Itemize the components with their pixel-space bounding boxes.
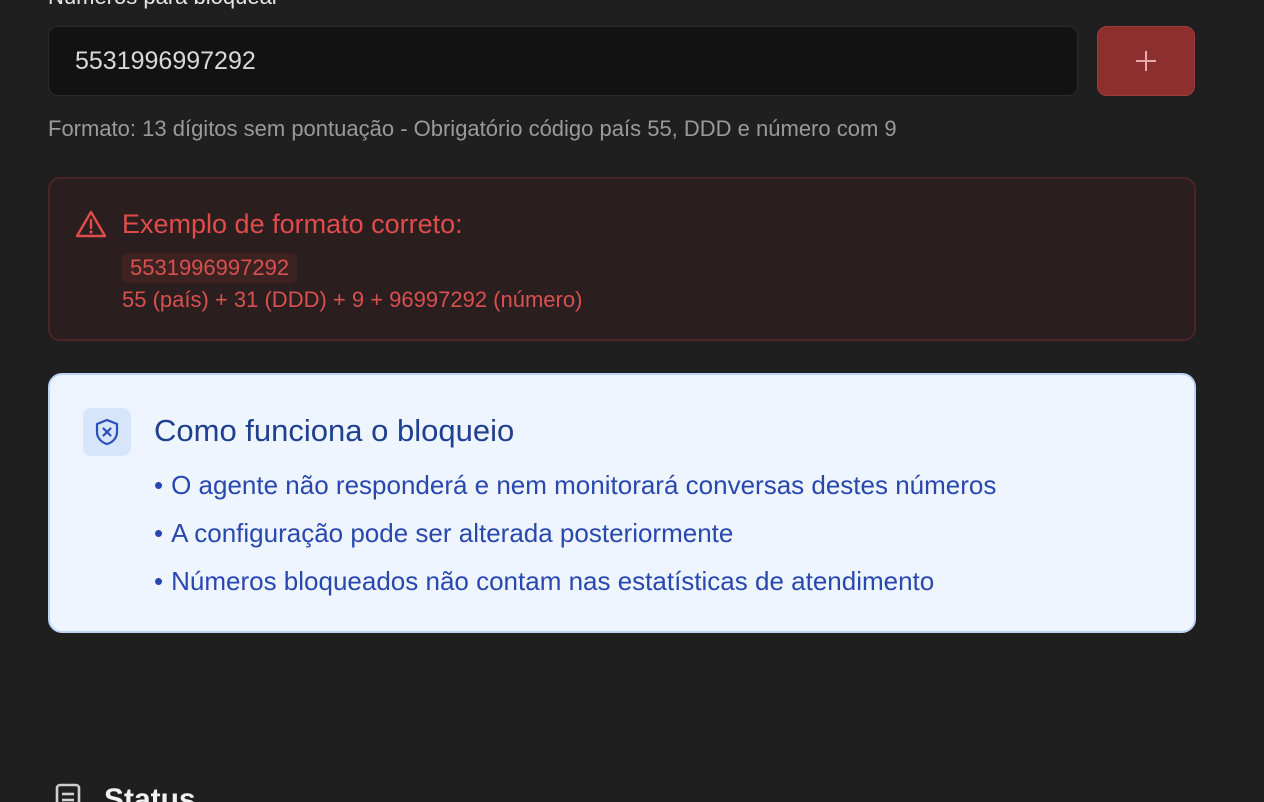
section-label: Números para bloquear (48, 0, 279, 10)
info-list: • O agente não responderá e nem monitorar… (154, 468, 996, 612)
status-title: Status (104, 783, 196, 802)
format-hint: Formato: 13 dígitos sem pontuação - Obri… (48, 116, 897, 141)
info-list-item: • O agente não responderá e nem monitorar… (154, 470, 997, 500)
format-example-alert: Exemplo de formato correto: 553199699729… (48, 177, 1196, 341)
shield-icon-badge (83, 408, 131, 456)
warning-triangle-icon (75, 210, 107, 238)
example-code: 5531996997292 (122, 253, 298, 283)
clipboard-icon (55, 783, 81, 802)
shield-x-icon (95, 418, 119, 446)
example-breakdown: 55 (país) + 31 (DDD) + 9 + 96997292 (núm… (122, 287, 583, 312)
page: Números para bloquear Formato: 13 dígito… (0, 0, 1264, 802)
info-title: Como funciona o bloqueio (154, 413, 515, 448)
add-number-button[interactable] (1097, 26, 1195, 96)
plus-icon (1136, 51, 1156, 71)
blocking-info-panel: Como funciona o bloqueio • O agente não r… (48, 373, 1196, 633)
info-list-item: • A configuração pode ser alterada poster… (154, 518, 734, 548)
status-section: Status (48, 780, 196, 802)
phone-number-input[interactable] (48, 26, 1078, 96)
info-list-item: • Números bloqueados não contam nas estat… (154, 566, 935, 596)
example-title: Exemplo de formato correto: (122, 209, 463, 239)
